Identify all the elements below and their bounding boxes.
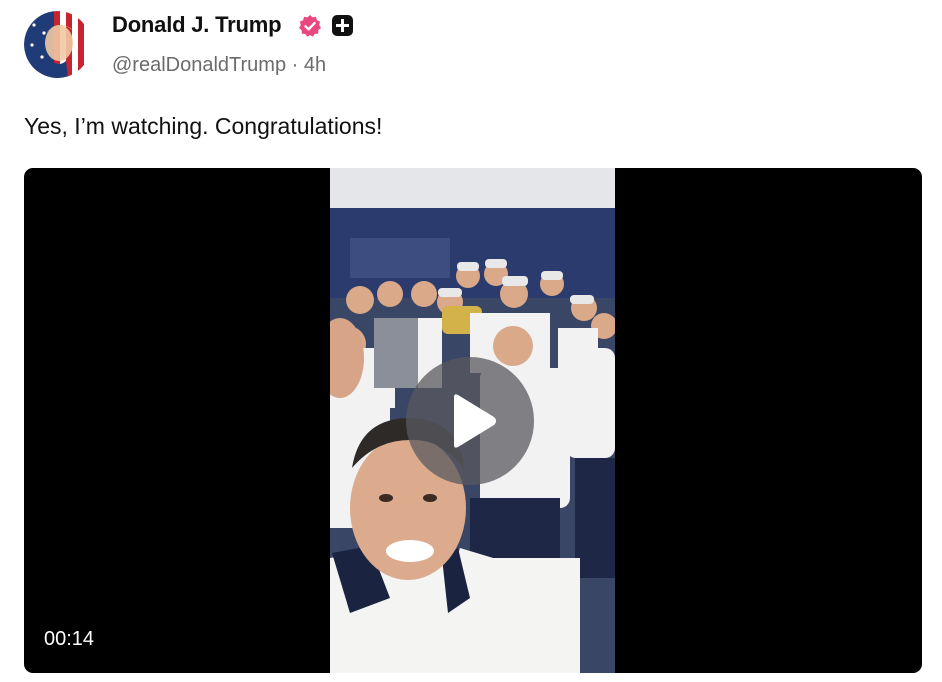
post-text: Yes, I’m watching. Congratulations! (24, 113, 383, 139)
play-icon (454, 394, 496, 448)
meta-separator: · (291, 54, 299, 76)
video-duration: 00:14 (44, 628, 95, 650)
author-handle[interactable]: @realDonaldTrump (112, 54, 286, 76)
play-button[interactable] (406, 357, 534, 485)
verified-badge-icon (299, 15, 321, 37)
plus-badge-icon (332, 15, 353, 36)
author-name[interactable]: Donald J. Trump (112, 12, 282, 38)
post-time[interactable]: 4h (304, 54, 326, 76)
avatar[interactable] (24, 11, 91, 78)
post-meta: @realDonaldTrump · 4h (112, 54, 326, 77)
